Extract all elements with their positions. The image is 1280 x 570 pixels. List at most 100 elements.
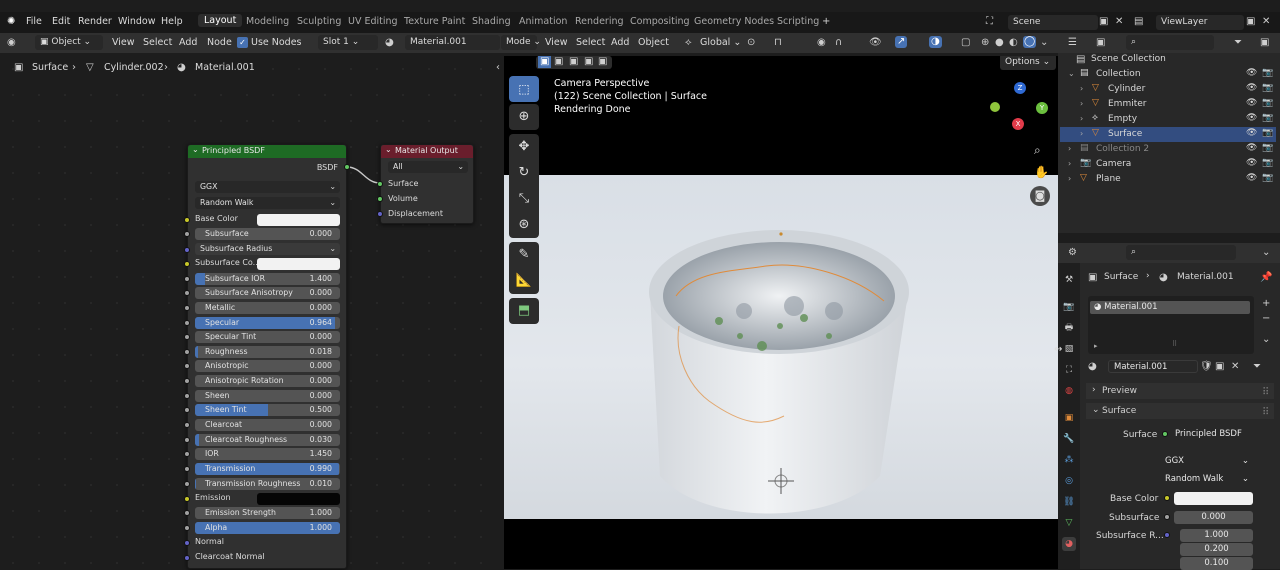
slider-specular-tint[interactable]: Specular Tint 0.000 — [195, 331, 340, 343]
new-viewlayer-icon[interactable]: ▣ — [1246, 16, 1255, 28]
outliner-row-collection-2[interactable]: › ▤ Collection 2 👁 📷 — [1060, 142, 1276, 157]
input-socket[interactable] — [184, 290, 190, 296]
slider-anisotropic-rotation[interactable]: Anisotropic Rotation 0.000 — [195, 375, 340, 387]
slider-sheen-tint[interactable]: Sheen Tint 0.500 — [195, 404, 340, 416]
tool-cursor[interactable]: ⊕ — [509, 104, 539, 130]
slider-subsurface-anisotropy[interactable]: Subsurface Anisotropy 0.000 — [195, 287, 340, 299]
emission-color-swatch[interactable] — [257, 493, 340, 505]
snap-icon[interactable]: ⊓ — [774, 37, 782, 49]
properties-subsurface-field[interactable]: 0.000 — [1174, 511, 1253, 524]
select-invert-icon[interactable]: ▣ — [584, 56, 593, 68]
slider-specular[interactable]: Specular 0.964 — [195, 317, 340, 329]
pin-icon[interactable]: 📌 — [1260, 272, 1272, 284]
blender-logo-icon[interactable]: ✺ — [7, 16, 15, 28]
expand-arrow-icon[interactable]: › — [1080, 99, 1083, 108]
tool-rotate[interactable]: ↻ — [509, 160, 539, 186]
input-socket[interactable] — [184, 481, 190, 487]
base-color-swatch[interactable] — [257, 214, 340, 226]
input-socket[interactable] — [184, 363, 190, 369]
world-tab-icon[interactable]: ◍ — [1062, 384, 1076, 398]
scene-tab-icon[interactable]: ⛶ — [1062, 363, 1076, 377]
physics-tab-icon[interactable]: ◎ — [1062, 474, 1076, 488]
tab-layout[interactable]: Layout — [198, 14, 243, 27]
tab-texture-paint[interactable]: Texture Paint — [404, 16, 465, 27]
slider-transmission[interactable]: Transmission 0.990 — [195, 463, 340, 475]
slider-metallic[interactable]: Metallic 0.000 — [195, 302, 340, 314]
tab-compositing[interactable]: Compositing — [630, 16, 690, 27]
menu-render[interactable]: Render — [78, 16, 112, 27]
node-menu-node[interactable]: Node — [207, 37, 232, 48]
subsurface-method-dropdown[interactable]: Random Walk ⌄ — [195, 197, 340, 209]
node-menu-view[interactable]: View — [112, 37, 135, 48]
material-browse-icon[interactable]: ◕ — [385, 37, 394, 49]
render-camera-icon[interactable]: 📷 — [1262, 173, 1273, 183]
collapse-icon[interactable]: ⌄ — [192, 145, 199, 154]
gizmo-z-axis[interactable]: Z — [1014, 82, 1026, 94]
emission-socket[interactable] — [184, 496, 190, 502]
slider-transmission-roughness[interactable]: Transmission Roughness 0.010 — [195, 478, 340, 490]
output-target-dropdown[interactable]: All ⌄ — [388, 161, 468, 173]
visibility-eye-icon[interactable]: 👁 — [1246, 83, 1257, 93]
input-socket[interactable] — [184, 510, 190, 516]
resize-handle-icon[interactable]: ⠿ — [1262, 407, 1269, 419]
outliner-row-surface[interactable]: › ▽ Surface 👁 📷 — [1060, 127, 1276, 142]
constraints-tab-icon[interactable]: ⛓ — [1062, 495, 1076, 509]
slider-subsurface-ior[interactable]: Subsurface IOR 1.400 — [195, 273, 340, 285]
outliner-row-emmiter[interactable]: › ▽ Emmiter 👁 📷 — [1060, 97, 1276, 112]
area-split-icon[interactable]: ↔ — [1054, 344, 1062, 356]
xray-icon[interactable]: ▢ — [961, 37, 970, 49]
properties-options-icon[interactable]: ⌄ — [1262, 247, 1270, 259]
pan-icon[interactable]: ✋ — [1034, 166, 1049, 178]
expand-arrow-icon[interactable]: › — [1080, 114, 1083, 123]
overlay-toggle-icon[interactable]: ◑ — [929, 36, 942, 48]
subsurface-radius-socket[interactable] — [184, 247, 190, 253]
viewport-menu-select[interactable]: Select — [576, 37, 605, 48]
view-layer-tab-icon[interactable]: ▧ — [1062, 342, 1076, 356]
input-socket[interactable] — [184, 305, 190, 311]
material-slot-list[interactable]: ◕ Material.001 ▸ ⠿ — [1088, 296, 1254, 354]
proportional-edit-icon[interactable]: ◉ — [817, 37, 826, 49]
surface-shader-field[interactable]: Principled BSDF — [1172, 428, 1253, 441]
input-socket[interactable] — [184, 378, 190, 384]
transform-orientation-dropdown[interactable]: Global ⌄ — [700, 37, 741, 48]
outliner-row-cylinder[interactable]: › ▽ Cylinder 👁 📷 — [1060, 82, 1276, 97]
input-socket[interactable] — [184, 466, 190, 472]
bsdf-node-header[interactable]: ⌄ Principled BSDF — [188, 145, 346, 158]
viewport-menu-add[interactable]: Add — [611, 37, 629, 48]
tool-scale[interactable]: ⤡ — [509, 186, 539, 212]
slider-anisotropic[interactable]: Anisotropic 0.000 — [195, 360, 340, 372]
input-socket[interactable] — [184, 525, 190, 531]
falloff-icon[interactable]: ∩ — [835, 37, 842, 49]
base-color-socket[interactable] — [184, 217, 190, 223]
pivot-icon[interactable]: ⊙ — [747, 37, 755, 49]
object-tab-icon[interactable]: ▣ — [1062, 411, 1076, 425]
3d-viewport[interactable]: Camera Perspective (122) Scene Collectio… — [504, 56, 1058, 569]
properties-editor-type-icon[interactable]: ⚙ — [1068, 247, 1077, 259]
tab-rendering[interactable]: Rendering — [575, 16, 624, 27]
material-filter-icon[interactable]: ⏷ — [1253, 361, 1261, 373]
menu-edit[interactable]: Edit — [52, 16, 70, 27]
visibility-icon[interactable]: 👁 — [869, 37, 882, 49]
material-output-node[interactable]: ⌄ Material Output All ⌄ Surface Volume Di… — [377, 144, 474, 224]
unlink-material-icon[interactable]: ✕ — [1231, 361, 1239, 373]
rendered-shading-icon[interactable]: ◯ — [1023, 36, 1037, 48]
viewport-menu-view[interactable]: View — [545, 37, 568, 48]
outliner-row-plane[interactable]: › ▽ Plane 👁 📷 — [1060, 172, 1276, 187]
expand-arrow-icon[interactable]: › — [1080, 129, 1083, 138]
subsurface-color-swatch[interactable] — [257, 258, 340, 270]
tab-animation[interactable]: Animation — [519, 16, 567, 27]
render-camera-icon[interactable]: 📷 — [1262, 83, 1273, 93]
expand-arrow-icon[interactable]: › — [1068, 159, 1071, 168]
material-slot-item[interactable]: ◕ Material.001 — [1090, 301, 1250, 314]
input-socket[interactable] — [184, 422, 190, 428]
fake-user-icon[interactable]: 🛡 — [1200, 361, 1213, 373]
clearcoat-normal-socket[interactable] — [184, 555, 190, 561]
surface-panel-header[interactable]: ⌄ Surface — [1086, 403, 1274, 419]
use-nodes-checkbox[interactable]: ✓ — [237, 37, 248, 48]
delete-viewlayer-icon[interactable]: ✕ — [1262, 16, 1270, 28]
duplicate-material-icon[interactable]: ▣ — [1215, 361, 1224, 373]
menu-help[interactable]: Help — [161, 16, 183, 27]
scene-field[interactable]: Scene — [1008, 15, 1098, 30]
visibility-eye-icon[interactable]: 👁 — [1246, 113, 1257, 123]
viewlayer-icon[interactable]: ▤ — [1134, 16, 1143, 28]
